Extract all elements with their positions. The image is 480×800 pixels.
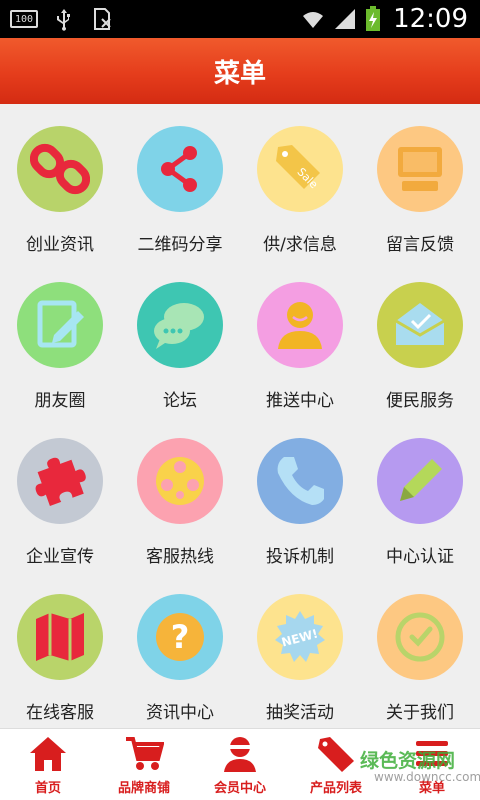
chat-bubbles-icon	[154, 303, 204, 349]
menu-item-label: 客服热线	[146, 547, 214, 567]
menu-item-corporate-promo[interactable]: 企业宣传	[0, 416, 120, 572]
svg-text:?: ?	[171, 618, 190, 656]
usb-icon	[57, 9, 70, 31]
menu-item-label: 中心认证	[386, 547, 454, 567]
new-badge-icon: NEW!	[275, 611, 325, 662]
nav-label: 菜单	[418, 781, 445, 796]
share-icon	[161, 146, 197, 192]
home-icon	[30, 737, 66, 771]
menu-item-icon-circle: Sale	[257, 126, 343, 212]
clock-icon	[395, 612, 445, 662]
menu-item-icon-circle: ?	[137, 594, 223, 680]
status-bar: 100 12:09	[0, 0, 480, 38]
menu-item-feedback[interactable]: 留言反馈	[360, 104, 480, 260]
menu-item-lottery[interactable]: NEW! 抽奖活动	[240, 572, 360, 728]
pencil-icon	[400, 459, 442, 501]
menu-item-label: 朋友圈	[34, 391, 86, 411]
menu-item-certification[interactable]: 中心认证	[360, 416, 480, 572]
menu-grid: 创业资讯 二维码分享 Sale 供/求信息 留言反馈 朋友圈 论坛 推送中心 便…	[0, 104, 480, 728]
signal-icon	[335, 9, 356, 29]
battery-level-icon: 100	[10, 10, 38, 28]
menu-item-label: 关于我们	[386, 703, 454, 723]
menu-item-icon-circle	[137, 438, 223, 524]
puzzle-icon	[35, 457, 86, 506]
help-icon: ?	[156, 613, 204, 661]
member-icon	[224, 737, 256, 772]
menu-item-icon-circle	[17, 594, 103, 680]
menu-item-moments[interactable]: 朋友圈	[0, 260, 120, 416]
battery-charging-icon	[366, 6, 381, 31]
link-icon	[30, 143, 90, 195]
menu-item-icon-circle	[257, 438, 343, 524]
svg-text:Sale: Sale	[294, 165, 320, 191]
menu-item-label: 二维码分享	[137, 235, 223, 255]
mail-icon	[395, 303, 445, 345]
menu-item-label: 资讯中心	[146, 703, 214, 723]
nav-menu[interactable]: 菜单	[384, 729, 480, 800]
menu-item-icon-circle	[257, 282, 343, 368]
edit-note-icon	[37, 300, 84, 348]
menu-item-icon-circle	[377, 282, 463, 368]
menu-item-qr-share[interactable]: 二维码分享	[120, 104, 240, 260]
menu-item-news-center[interactable]: ? 资讯中心	[120, 572, 240, 728]
nav-label: 品牌商铺	[117, 781, 170, 796]
menu-item-label: 便民服务	[386, 391, 454, 411]
title-bar: 菜单	[0, 38, 480, 104]
menu-item-label: 推送中心	[266, 391, 334, 411]
menu-item-icon-circle: NEW!	[257, 594, 343, 680]
menu-item-icon-circle	[17, 438, 103, 524]
wifi-icon	[303, 12, 324, 28]
phone-icon	[277, 457, 324, 505]
menu-item-complaints[interactable]: 投诉机制	[240, 416, 360, 572]
menu-item-label: 供/求信息	[263, 235, 337, 255]
menu-item-icon-circle	[377, 438, 463, 524]
menu-item-service-hotline[interactable]: 客服热线	[120, 416, 240, 572]
battery-level-text: 100	[14, 13, 34, 25]
menu-item-label: 在线客服	[26, 703, 94, 723]
menu-item-supply-demand[interactable]: Sale 供/求信息	[240, 104, 360, 260]
menu-item-icon-circle	[17, 126, 103, 212]
menu-item-label: 论坛	[163, 391, 197, 411]
menu-item-convenience[interactable]: 便民服务	[360, 260, 480, 416]
menu-item-label: 创业资讯	[26, 235, 94, 255]
page-title: 菜单	[213, 58, 266, 89]
menu-item-about-us[interactable]: 关于我们	[360, 572, 480, 728]
nav-brand-shops[interactable]: 品牌商铺	[96, 729, 192, 800]
menu-item-icon-circle	[377, 594, 463, 680]
menu-item-icon-circle	[137, 282, 223, 368]
nav-label: 会员中心	[213, 781, 266, 796]
menu-item-label: 投诉机制	[266, 547, 334, 567]
menu-item-icon-circle	[137, 126, 223, 212]
menu-item-label: 抽奖活动	[266, 703, 334, 723]
nav-home[interactable]: 首页	[0, 729, 96, 800]
sale-tag-icon	[318, 737, 354, 772]
sale-tag-icon: Sale	[276, 145, 320, 191]
menu-item-icon-circle	[377, 126, 463, 212]
menu-item-startup-news[interactable]: 创业资讯	[0, 104, 120, 260]
bottom-nav: 首页 品牌商铺 会员中心 产品列表 菜单	[0, 728, 480, 800]
menu-item-forum[interactable]: 论坛	[120, 260, 240, 416]
nav-label: 首页	[34, 781, 61, 796]
nav-product-list[interactable]: 产品列表	[288, 729, 384, 800]
menu-item-icon-circle	[17, 282, 103, 368]
menu-item-push-center[interactable]: 推送中心	[240, 260, 360, 416]
map-icon	[36, 613, 84, 661]
menu-item-label: 企业宣传	[26, 547, 94, 567]
menu-item-label: 留言反馈	[386, 235, 454, 255]
menu-item-online-support[interactable]: 在线客服	[0, 572, 120, 728]
clock-time: 12:09	[393, 4, 468, 34]
sim-icon	[94, 8, 111, 30]
film-reel-icon	[156, 457, 204, 505]
cart-icon	[126, 737, 164, 770]
monitor-icon	[398, 147, 442, 191]
nav-member-center[interactable]: 会员中心	[192, 729, 288, 800]
menu-icon	[416, 741, 448, 766]
user-icon	[278, 302, 322, 349]
nav-label: 产品列表	[309, 781, 362, 796]
